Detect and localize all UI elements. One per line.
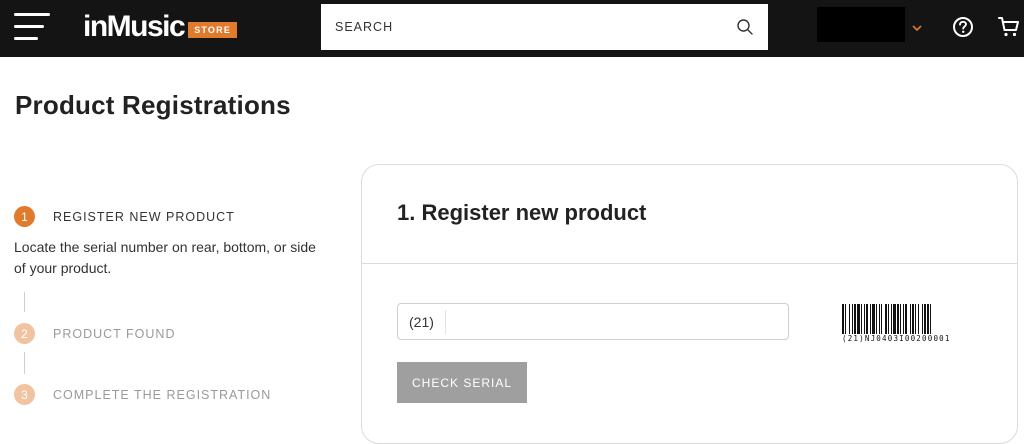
page-title: Product Registrations xyxy=(15,90,291,120)
step-number-badge: 3 xyxy=(14,384,35,405)
search-icon[interactable] xyxy=(735,17,755,37)
logo-text: inMusic xyxy=(83,10,186,43)
barcode-image: (21)NJ0403I00200001 xyxy=(842,304,979,346)
cart-icon[interactable] xyxy=(997,15,1021,39)
step-label: REGISTER NEW PRODUCT xyxy=(53,209,235,224)
step-connector xyxy=(24,292,25,312)
register-product-card: 1. Register new product (21) CHECK SERIA… xyxy=(361,164,1018,444)
search-bar xyxy=(321,4,768,50)
help-circle-icon[interactable] xyxy=(952,16,974,38)
step-register-new-product: 1 REGISTER NEW PRODUCT xyxy=(14,206,235,227)
step-number-badge: 1 xyxy=(14,206,35,227)
step-complete-registration: 3 COMPLETE THE REGISTRATION xyxy=(14,384,271,405)
barcode-text: (21)NJ0403I00200001 xyxy=(842,334,951,343)
step-label: PRODUCT FOUND xyxy=(53,326,176,341)
step-label: COMPLETE THE REGISTRATION xyxy=(53,387,272,402)
search-input[interactable] xyxy=(321,4,721,50)
account-menu[interactable] xyxy=(817,7,905,42)
step-connector xyxy=(24,352,25,374)
logo-store-badge: STORE xyxy=(188,22,238,38)
step-number-badge: 2 xyxy=(14,323,35,344)
chevron-down-icon[interactable] xyxy=(911,20,923,32)
step-product-found: 2 PRODUCT FOUND xyxy=(14,323,176,344)
card-divider xyxy=(362,263,1017,264)
check-serial-button[interactable]: CHECK SERIAL xyxy=(397,362,527,403)
step-description: Locate the serial number on rear, bottom… xyxy=(14,239,316,276)
serial-number-input[interactable] xyxy=(448,305,784,338)
serial-prefix-divider xyxy=(445,310,446,334)
inmusic-store-logo[interactable]: inMusic STORE xyxy=(83,9,238,45)
serial-number-field: (21) xyxy=(397,303,789,340)
card-title: 1. Register new product xyxy=(397,200,647,225)
top-navigation-bar: inMusic STORE xyxy=(0,0,1024,57)
serial-prefix: (21) xyxy=(409,314,434,330)
barcode-bars xyxy=(842,304,931,334)
hamburger-menu-icon[interactable] xyxy=(14,13,50,41)
